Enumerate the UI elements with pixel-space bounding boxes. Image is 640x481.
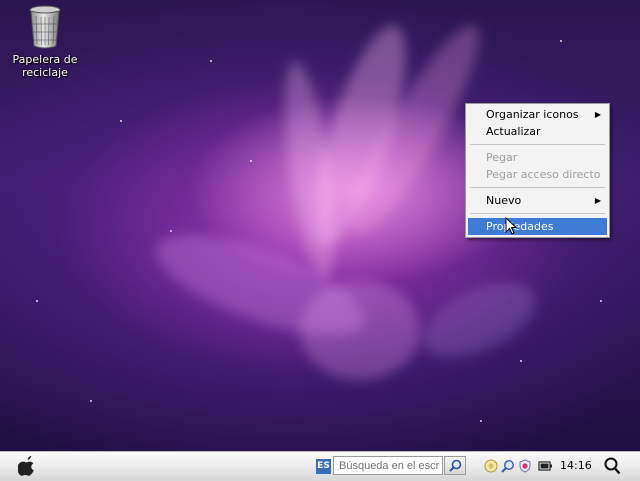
desktop-icon-label: Papelera de reciclaje: [10, 53, 80, 79]
magnifier-icon[interactable]: [604, 457, 621, 478]
apple-icon[interactable]: [17, 455, 36, 479]
security-icon[interactable]: [518, 459, 532, 476]
search-button[interactable]: [444, 456, 466, 475]
star: [250, 160, 252, 162]
star: [120, 120, 122, 122]
star: [90, 400, 92, 402]
star: [170, 230, 172, 232]
desktop-wallpaper[interactable]: Papelera de reciclaje Organizar iconos ▶…: [0, 0, 640, 451]
menu-item-propiedades[interactable]: Propiedades: [468, 218, 607, 235]
menu-item-label: Actualizar: [486, 125, 541, 138]
menu-item-label: Organizar iconos: [486, 108, 579, 121]
menu-item-pegar-acceso-directo[interactable]: Pegar acceso directo: [468, 166, 607, 183]
menu-separator: [470, 144, 605, 145]
menu-item-label: Pegar acceso directo: [486, 168, 601, 181]
desktop-search-input[interactable]: [333, 456, 443, 475]
battery-icon[interactable]: [538, 459, 553, 476]
wallpaper-ray: [300, 280, 420, 380]
desktop-context-menu: Organizar iconos ▶ Actualizar Pegar Pega…: [465, 103, 610, 238]
clock[interactable]: 14:16: [560, 459, 592, 472]
zoom-icon[interactable]: [501, 459, 515, 476]
star: [520, 360, 522, 362]
wallpaper-ray: [412, 267, 548, 373]
language-indicator[interactable]: ES: [316, 459, 331, 474]
star: [210, 60, 212, 62]
mouse-pointer-icon: [505, 216, 518, 238]
taskbar: ES 14:16: [0, 451, 640, 481]
submenu-arrow-icon: ▶: [594, 196, 601, 205]
menu-item-actualizar[interactable]: Actualizar: [468, 123, 607, 140]
star: [560, 40, 562, 42]
recycle-bin-icon: [10, 4, 80, 50]
submenu-arrow-icon: ▶: [594, 110, 601, 119]
menu-item-nuevo[interactable]: Nuevo ▶: [468, 192, 607, 209]
star: [600, 300, 602, 302]
desktop-icon-label-line1: Papelera de: [12, 53, 78, 66]
desktop-icon-recycle-bin[interactable]: Papelera de reciclaje: [10, 4, 80, 79]
menu-item-label: Nuevo: [486, 194, 522, 207]
menu-item-label: Pegar: [486, 151, 518, 164]
menu-item-organizar-iconos[interactable]: Organizar iconos ▶: [468, 106, 607, 123]
network-icon[interactable]: [484, 459, 498, 476]
desktop-icon-label-line2: reciclaje: [22, 66, 68, 79]
menu-separator: [470, 213, 605, 214]
star: [480, 420, 482, 422]
menu-separator: [470, 187, 605, 188]
star: [36, 300, 38, 302]
menu-item-label: Propiedades: [486, 220, 554, 233]
menu-item-pegar[interactable]: Pegar: [468, 149, 607, 166]
